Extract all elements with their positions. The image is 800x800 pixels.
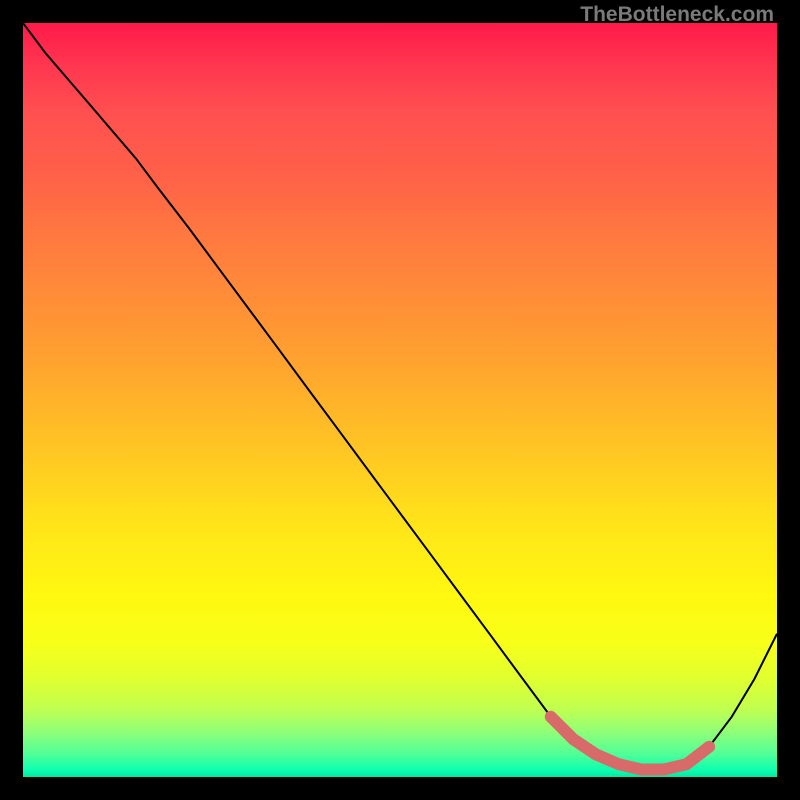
attribution-text: TheBottleneck.com (580, 3, 774, 27)
plot-area (23, 23, 777, 777)
chart-container: TheBottleneck.com (0, 0, 800, 800)
gradient-background (23, 23, 777, 777)
